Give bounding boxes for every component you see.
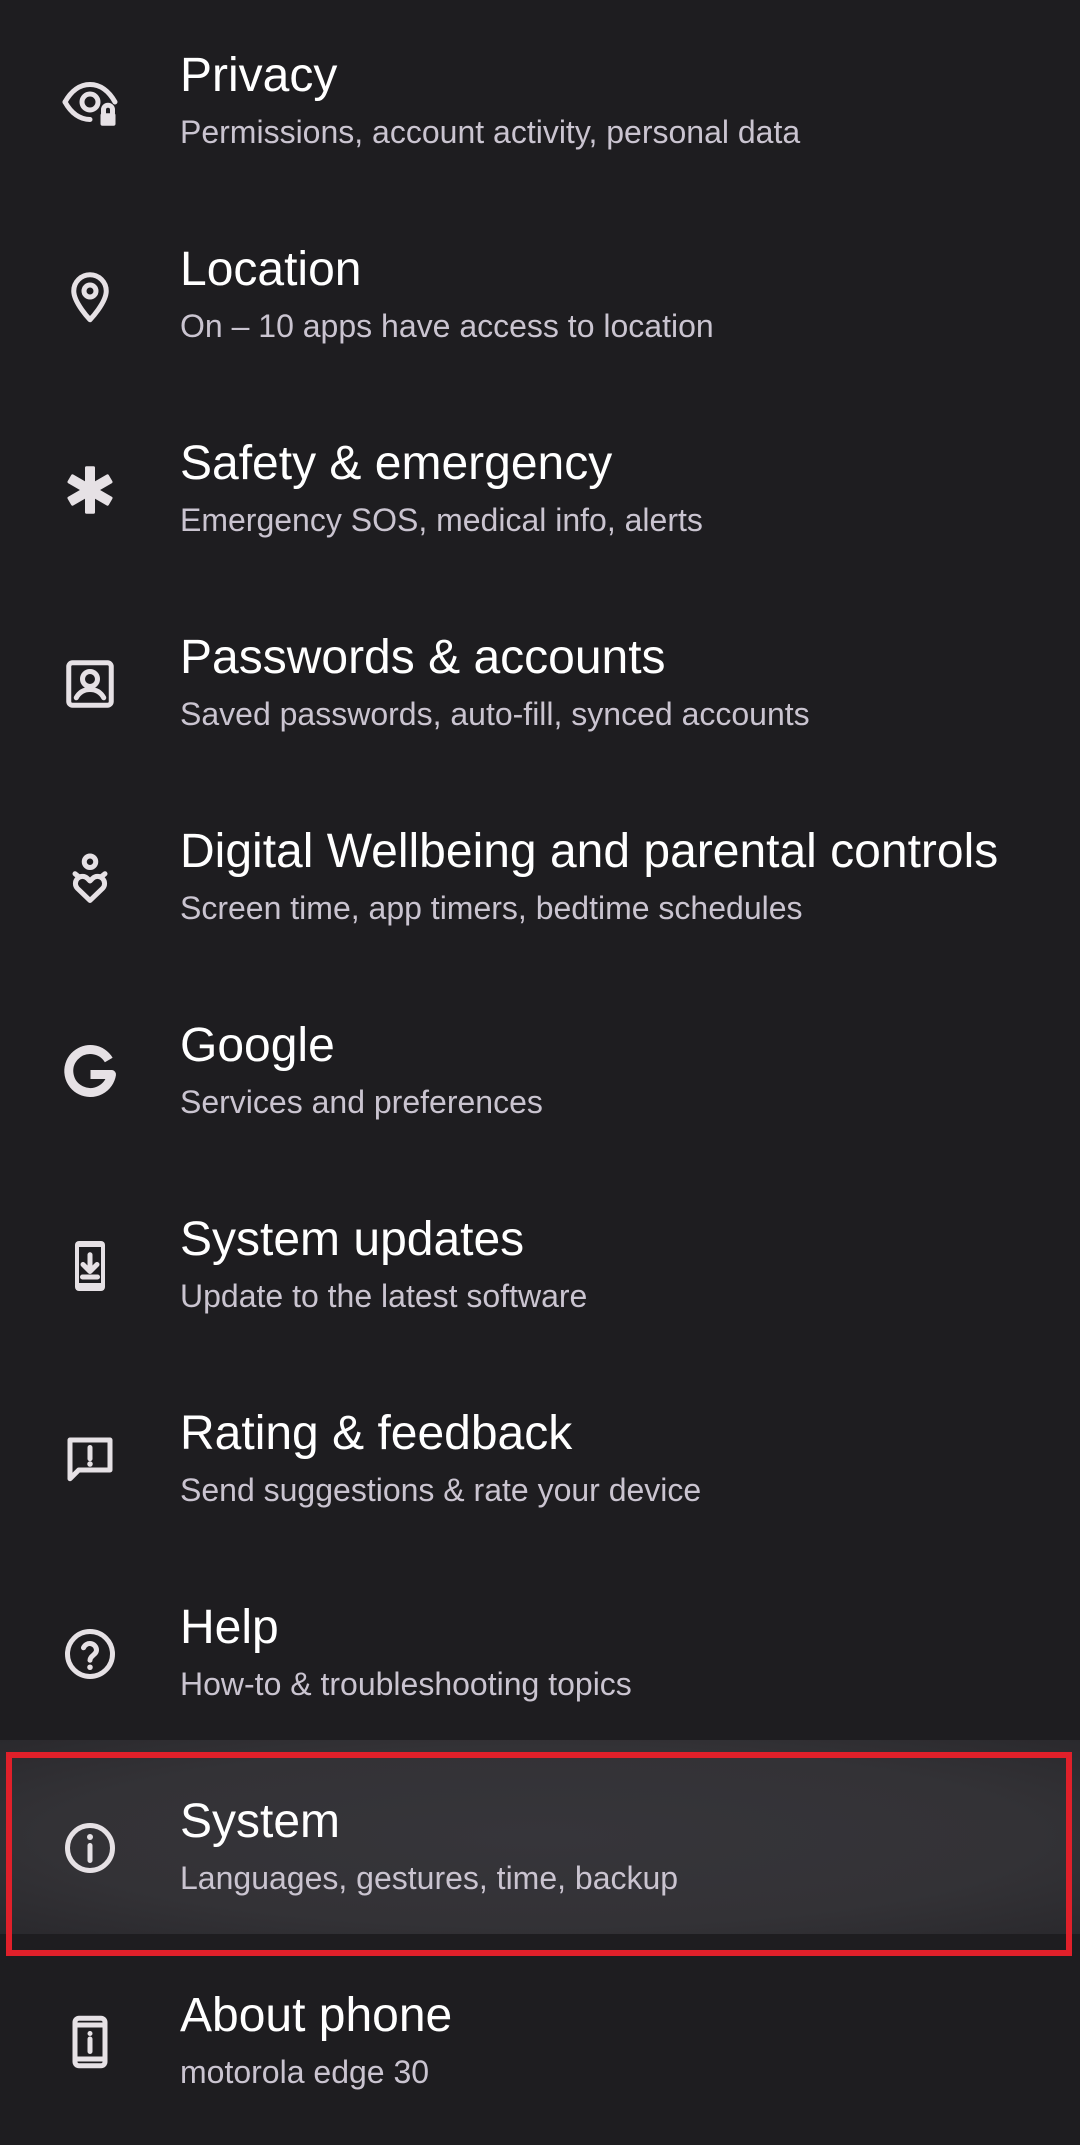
settings-item-help[interactable]: Help How-to & troubleshooting topics [0,1546,1080,1740]
settings-item-title: About phone [180,1989,453,2042]
system-update-icon [58,1234,122,1298]
settings-item-subtitle: Saved passwords, auto-fill, synced accou… [180,696,810,732]
settings-item-passwords-accounts[interactable]: Passwords & accounts Saved passwords, au… [0,576,1080,770]
settings-item-subtitle: Services and preferences [180,1084,543,1120]
settings-item-safety-emergency[interactable]: Safety & emergency Emergency SOS, medica… [0,382,1080,576]
feedback-icon [58,1428,122,1492]
settings-item-subtitle: Screen time, app timers, bedtime schedul… [180,890,803,926]
settings-item-title: System updates [180,1213,525,1266]
settings-item-subtitle: On – 10 apps have access to location [180,308,714,344]
account-box-icon [58,652,122,716]
settings-item-location[interactable]: Location On – 10 apps have access to loc… [0,188,1080,382]
info-icon [58,1816,122,1880]
settings-item-subtitle: Permissions, account activity, personal … [180,114,801,150]
google-g-icon [58,1040,122,1104]
settings-item-subtitle: Languages, gestures, time, backup [180,1860,679,1896]
settings-item-subtitle: motorola edge 30 [180,2054,430,2090]
settings-item-subtitle: How-to & troubleshooting topics [180,1666,632,1702]
settings-item-subtitle: Emergency SOS, medical info, alerts [180,502,703,538]
settings-item-subtitle: Update to the latest software [180,1278,588,1314]
settings-item-title: Safety & emergency [180,437,613,490]
settings-item-title: Help [180,1601,279,1654]
settings-item-about-phone[interactable]: About phone motorola edge 30 [0,1934,1080,2128]
settings-item-title: Digital Wellbeing and parental controls [180,825,999,878]
settings-item-title: System [180,1795,341,1848]
settings-item-system-updates[interactable]: System updates Update to the latest soft… [0,1158,1080,1352]
settings-item-privacy[interactable]: Privacy Permissions, account activity, p… [0,0,1080,188]
settings-item-title: Rating & feedback [180,1407,573,1460]
medical-asterisk-icon [58,458,122,522]
wellbeing-icon [58,846,122,910]
settings-item-digital-wellbeing[interactable]: Digital Wellbeing and parental controls … [0,770,1080,964]
location-pin-icon [58,264,122,328]
privacy-eye-lock-icon [58,70,122,134]
settings-item-subtitle: Send suggestions & rate your device [180,1472,702,1508]
settings-item-rating-feedback[interactable]: Rating & feedback Send suggestions & rat… [0,1352,1080,1546]
settings-item-title: Location [180,243,362,296]
settings-item-google[interactable]: Google Services and preferences [0,964,1080,1158]
settings-item-title: Privacy [180,49,338,102]
settings-item-title: Google [180,1019,335,1072]
settings-item-title: Passwords & accounts [180,631,666,684]
settings-item-system[interactable]: System Languages, gestures, time, backup [0,1740,1080,1934]
phone-info-icon [58,2010,122,2074]
help-icon [58,1622,122,1686]
